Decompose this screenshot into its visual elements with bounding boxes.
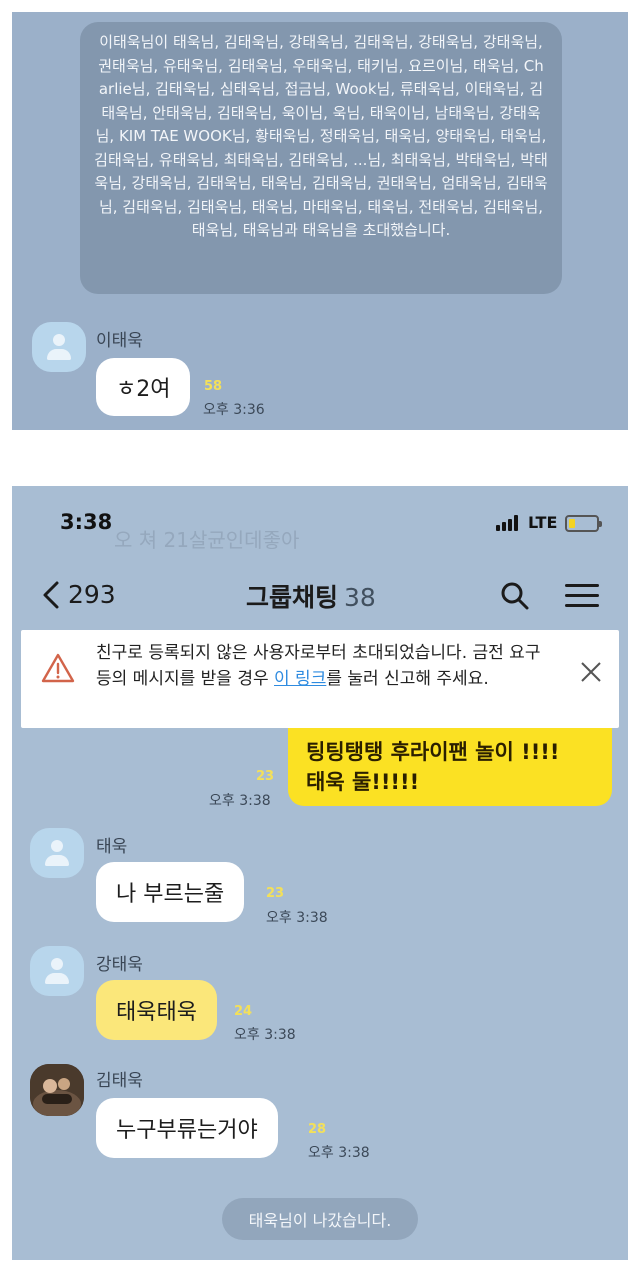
avatar-placeholder-icon[interactable]: [32, 322, 86, 372]
unread-count: 28: [308, 1122, 327, 1137]
message-time: 오후 3:38: [308, 1145, 370, 1161]
avatar-placeholder-icon[interactable]: [30, 828, 84, 878]
my-message-line1: 팅팅탱탱 후라이팬 놀이 !!!!: [306, 740, 560, 764]
message-time: 오후 3:36: [203, 402, 265, 418]
chat-screenshot-top: 이태욱님이 태욱님, 김태욱님, 강태욱님, 김태욱님, 강태욱님, 강태욱님,…: [12, 12, 628, 430]
close-icon[interactable]: [579, 660, 603, 684]
menu-icon[interactable]: [565, 582, 599, 610]
status-bar: 오 쳐 21살균인데좋아 3:38 LTE: [12, 486, 628, 566]
network-label: LTE: [528, 513, 558, 532]
sender-name: 강태욱: [96, 955, 143, 975]
sender-name: 이태욱: [96, 331, 143, 351]
warning-text: 친구로 등록되지 않은 사용자로부터 초대되었습니다. 금전 요구 등의 메시지…: [96, 640, 548, 692]
message-bubble[interactable]: 태욱태욱: [96, 980, 217, 1040]
chat-title-text: 그룹채팅: [246, 583, 339, 612]
my-message-line2: 태욱 둘!!!!!: [306, 770, 420, 794]
invite-system-notice: 이태욱님이 태욱님, 김태욱님, 강태욱님, 김태욱님, 강태욱님, 강태욱님,…: [80, 22, 562, 294]
report-link[interactable]: 이 링크: [274, 669, 326, 689]
chat-header: 293 그룹채팅 38: [12, 570, 628, 620]
signal-icon: [496, 515, 522, 531]
chat-screenshot-bottom: 오 쳐 21살균인데좋아 3:38 LTE 293 그룹채팅 38 팅팅탱탱 후라…: [12, 486, 628, 1260]
left-chat-notice: 태욱님이 나갔습니다.: [222, 1198, 418, 1240]
status-time: 3:38: [60, 510, 113, 534]
ghost-overlay-text: 오 쳐 21살균인데좋아: [114, 528, 300, 552]
back-unread-count[interactable]: 293: [68, 580, 116, 609]
avatar-placeholder-icon[interactable]: [30, 946, 84, 996]
chat-title: 그룹채팅 38: [246, 578, 376, 614]
back-arrow-icon[interactable]: [40, 580, 64, 610]
my-message-bubble[interactable]: 팅팅탱탱 후라이팬 놀이 !!!! 태욱 둘!!!!!: [288, 728, 612, 806]
unread-count: 23: [266, 886, 285, 901]
unread-count: 24: [234, 1004, 253, 1019]
message-time: 오후 3:38: [209, 793, 271, 809]
message-time: 오후 3:38: [234, 1027, 296, 1043]
profile-photo-avatar[interactable]: [30, 1064, 84, 1116]
unread-count: 58: [204, 379, 223, 394]
search-icon[interactable]: [500, 581, 530, 611]
unknown-inviter-warning: 친구로 등록되지 않은 사용자로부터 초대되었습니다. 금전 요구 등의 메시지…: [21, 630, 619, 728]
message-bubble[interactable]: ㅎ2여: [96, 358, 191, 416]
message-bubble[interactable]: 나 부르는줄: [96, 862, 245, 922]
sender-name: 김태욱: [96, 1071, 143, 1091]
battery-icon: [565, 515, 602, 532]
warning-text-part: 를 눌러 신고해 주세요.: [326, 669, 489, 689]
sender-name: 태욱: [96, 837, 128, 857]
member-count: 38: [344, 583, 376, 612]
unread-count: 23: [256, 769, 275, 784]
message-bubble[interactable]: 누구부류는거야: [96, 1098, 278, 1158]
warning-icon: [41, 653, 75, 683]
message-time: 오후 3:38: [266, 910, 328, 926]
